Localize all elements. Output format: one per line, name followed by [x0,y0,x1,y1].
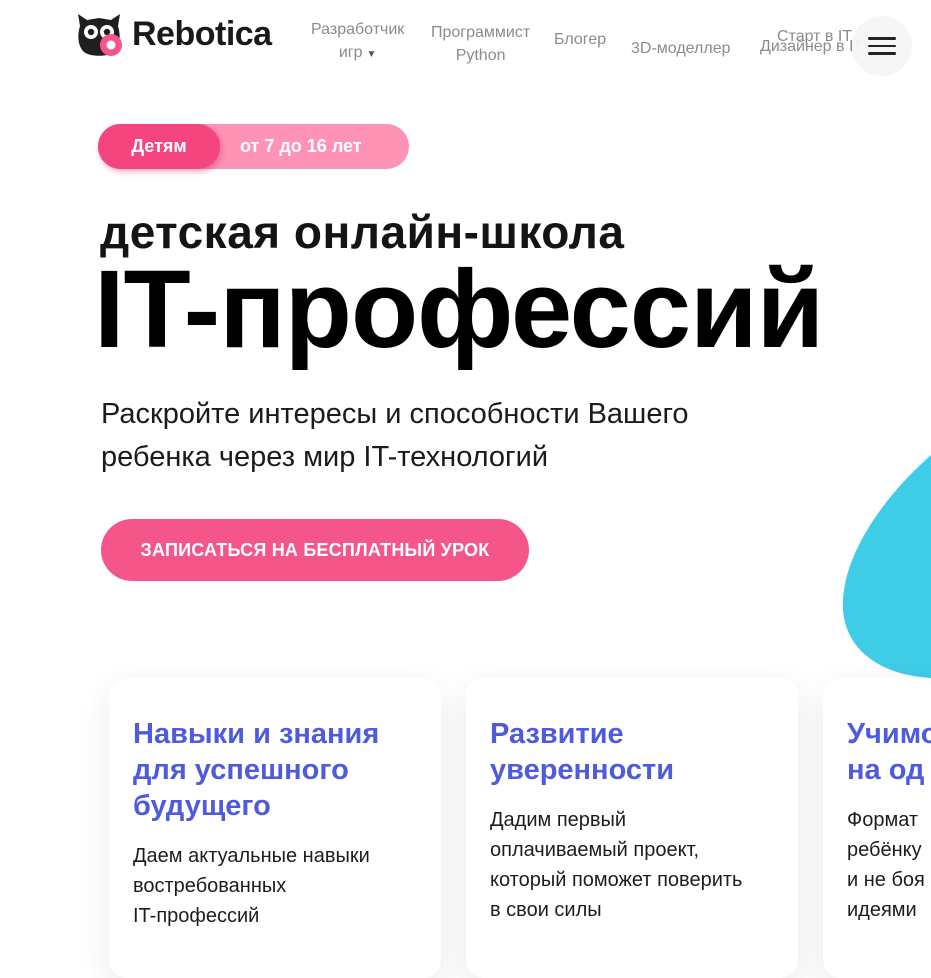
owl-logo-icon [78,14,122,56]
logo[interactable]: Rebotica [74,10,272,58]
nav-item-game-developer[interactable]: Разработчик игр ▼ [311,18,404,66]
age-badge: Детям от 7 до 16 лет [98,124,409,169]
card-title-line: будущего [133,790,271,822]
nav-label: Разработчик [311,21,405,38]
card-title-line: Навыки и знания [133,718,380,750]
card-text: Даем актуальные навыки востребованных IT… [133,841,433,931]
card-text-line: востребованных [133,875,287,897]
lead-line: Раскройте интересы и способности Вашего [101,398,689,430]
card-text-line: и не боя [847,869,925,891]
card-text-line: IT-профессий [133,905,260,927]
feature-card-confidence: Развитие уверенности Дадим первый оплачи… [466,678,798,978]
card-text-line: Даем актуальные навыки [133,845,370,867]
card-text-line: оплачиваемый проект, [490,839,700,861]
nav-item-designer-in-it[interactable]: Дизайнер в IT [760,38,863,56]
nav-label: 3D-моделлер [631,40,731,57]
card-title: Учимо на од [847,716,931,788]
nav-label: Блогер [554,31,607,48]
card-title: Навыки и знания для успешного будущего [133,716,433,824]
caret-down-icon: ▼ [366,49,377,60]
card-text: Дадим первый оплачиваемый проект, которы… [490,805,790,925]
card-text: Формат ребёнку и не боя идеями [847,805,931,925]
card-text-line: идеями [847,899,917,921]
hero-title: IT-профессий [94,248,824,371]
card-text-line: ребёнку [847,839,922,861]
nav-item-python-programmer[interactable]: Программист Python [431,21,530,67]
card-text-line: в свои силы [490,899,602,921]
nav-label: игр [338,44,363,61]
signup-free-lesson-button[interactable]: ЗАПИСАТЬСЯ НА БЕСПЛАТНЫЙ УРОК [101,519,529,581]
nav-item-3d-modeller[interactable]: 3D-моделлер [631,37,731,60]
card-text-line: Формат [847,809,919,831]
logo-text: Rebotica [132,14,272,53]
nav-item-blogger[interactable]: Блогер [554,28,606,51]
hero-lead: Раскройте интересы и способности Вашего … [101,393,821,479]
card-title: Развитие уверенности [490,716,790,788]
hamburger-icon [868,37,896,55]
card-title-line: для успешного [133,754,349,786]
card-text-line: Дадим первый [490,809,627,831]
feature-card-partial: Учимо на од Формат ребёнку и не боя идея… [823,678,931,978]
card-title-line: Развитие [490,718,624,750]
badge-label: Детям [98,124,220,169]
badge-age: от 7 до 16 лет [240,136,362,156]
nav-label: Python [455,47,506,64]
card-title-line: на од [847,754,925,786]
card-text-line: который поможет поверить [490,869,743,891]
card-title-line: Учимо [847,718,931,750]
nav-label: Программист [431,24,531,41]
lead-line: ребенка через мир IT-технологий [101,441,549,473]
menu-button[interactable] [852,16,912,76]
card-title-line: уверенности [490,754,675,786]
feature-card-skills: Навыки и знания для успешного будущего Д… [109,678,441,978]
